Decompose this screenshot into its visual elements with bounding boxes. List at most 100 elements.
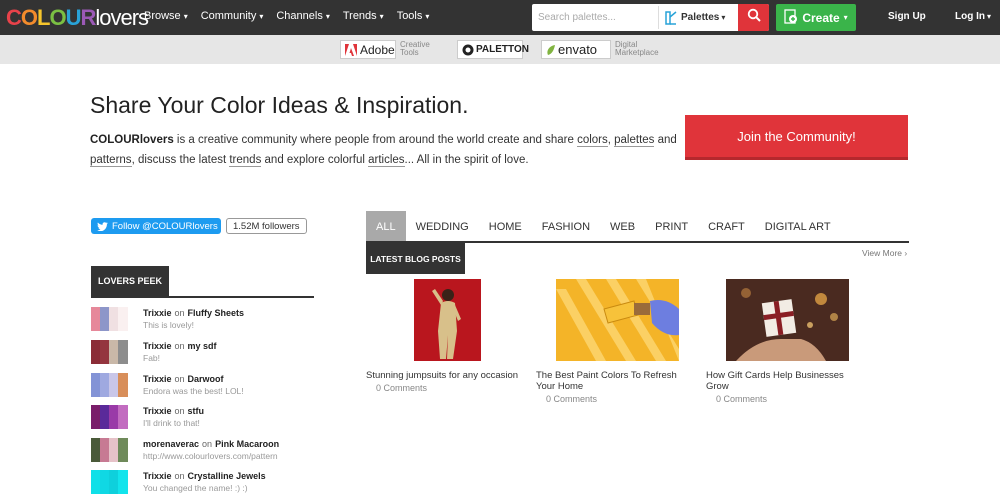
peek-title-link[interactable]: stfu [188,406,205,416]
palette-swatch[interactable] [91,340,128,364]
swatch-color [91,470,100,494]
tab-craft[interactable]: CRAFT [698,211,755,242]
paletton-logo-icon [462,44,474,56]
blog-post-title[interactable]: Stunning jumpsuits for any occasion [366,370,536,381]
peek-title-link[interactable]: my sdf [188,341,217,351]
swatch-color [100,373,109,397]
peek-activity: Trixxie on Fluffy Sheets [143,308,244,318]
link-patterns[interactable]: patterns [90,154,132,167]
link-colors[interactable]: colors [577,134,608,147]
search-icon [747,8,761,27]
search-scope-select[interactable]: Palettes ▾ [658,6,736,29]
blog-post-image-paint[interactable] [556,279,679,361]
list-item[interactable]: Trixxie on my sdf Fab! [91,340,321,368]
nav-channels[interactable]: Channels ▾ [276,10,330,22]
peek-title-link[interactable]: Crystalline Jewels [188,471,266,481]
peek-title-link[interactable]: Fluffy Sheets [188,308,245,318]
blog-post-title[interactable]: The Best Paint Colors To Refresh Your Ho… [536,370,686,392]
nav-trends[interactable]: Trends ▾ [343,10,384,22]
peek-user-link[interactable]: Trixxie [143,308,172,318]
palette-swatch[interactable] [91,438,128,462]
colourlovers-logo[interactable]: COLOURlovers [6,5,149,31]
swatch-color [100,340,109,364]
link-articles[interactable]: articles [368,154,405,167]
login-link[interactable]: Log In ▾ [955,11,991,22]
view-more-link[interactable]: View More › [862,248,907,258]
peek-comment: http://www.colourlovers.com/pattern [143,451,278,461]
peek-on-label: on [202,439,213,449]
blog-post-comments[interactable]: 0 Comments [716,394,767,404]
nav-tools[interactable]: Tools ▾ [397,10,430,22]
tab-print[interactable]: PRINT [645,211,698,242]
peek-activity: morenaverac on Pink Macaroon [143,439,279,449]
search-input[interactable] [532,4,656,31]
palette-swatch[interactable] [91,470,128,494]
swatch-color [100,307,109,331]
tab-web[interactable]: WEB [600,211,645,242]
link-palettes[interactable]: palettes [614,134,655,147]
peek-on-label: on [174,406,185,416]
list-item[interactable]: Trixxie on Darwoof Endora was the best! LOL… [91,373,321,401]
hero-description: COLOURlovers is a creative community whe… [90,134,677,167]
palette-swatch[interactable] [91,405,128,429]
lovers-peek-heading: LOVERS PEEK [91,266,169,296]
list-item[interactable]: Trixxie on Crystalline Jewels You changed t… [91,470,321,498]
sponsor-envato[interactable]: envato [541,40,611,59]
chevron-down-icon: ▾ [183,12,188,21]
swatch-color [109,373,118,397]
tab-digital-art[interactable]: DIGITAL ART [755,211,841,242]
swatch-color [109,438,118,462]
peek-user-link[interactable]: Trixxie [143,374,172,384]
top-navbar: COLOURlovers Browse ▾ Community ▾ Channels… [0,0,1000,35]
peek-user-link[interactable]: Trixxie [143,341,172,351]
sponsor-bar: Adobe Creative Tools PALETTON envato Dig… [0,35,1000,64]
twitter-bird-icon [97,221,108,231]
palette-icon [665,10,677,25]
twitter-follow-button[interactable]: Follow @COLOURlovers [91,218,221,234]
blog-post-comments[interactable]: 0 Comments [546,394,597,404]
link-trends[interactable]: trends [229,154,262,167]
palette-swatch[interactable] [91,307,128,331]
peek-user-link[interactable]: Trixxie [143,406,172,416]
nav-browse[interactable]: Browse ▾ [144,10,188,22]
envato-leaf-icon [546,44,556,56]
tab-all[interactable]: ALL [366,211,406,242]
peek-title-link[interactable]: Darwoof [188,374,224,384]
sponsor-adobe[interactable]: Adobe [340,40,396,59]
create-button[interactable]: Create ▾ [776,4,856,31]
main-nav: Browse ▾ Community ▾ Channels ▾ Trends ▾ Too… [144,10,442,22]
peek-user-link[interactable]: morenaverac [143,439,199,449]
search-button[interactable] [738,4,769,31]
brand-name: COLOURlovers [90,134,174,146]
peek-user-link[interactable]: Trixxie [143,471,172,481]
chevron-down-icon: ▾ [425,12,430,21]
nav-community[interactable]: Community ▾ [201,10,264,22]
tab-wedding[interactable]: WEDDING [406,211,479,242]
blog-post-image-gift-card[interactable] [726,279,849,361]
palette-swatch[interactable] [91,373,128,397]
swatch-color [109,340,118,364]
chevron-down-icon: ▾ [721,13,726,22]
blog-post-image-jumpsuit[interactable] [414,279,481,361]
blog-post-comments[interactable]: 0 Comments [376,383,427,393]
list-item[interactable]: morenaverac on Pink Macaroon http://www.col… [91,438,321,466]
peek-activity: Trixxie on Darwoof [143,374,224,384]
page-title: Share Your Color Ideas & Inspiration. [90,92,469,118]
peek-on-label: on [174,374,185,384]
swatch-color [109,307,118,331]
tab-fashion[interactable]: FASHION [532,211,600,242]
swatch-color [100,438,109,462]
tab-home[interactable]: HOME [479,211,532,242]
blog-post-title[interactable]: How Gift Cards Help Businesses Grow [706,370,856,392]
peek-comment: This is lovely! [143,320,195,330]
join-community-button[interactable]: Join the Community! [685,115,908,160]
chevron-down-icon: ▾ [379,12,384,21]
swatch-color [118,438,128,462]
signup-link[interactable]: Sign Up [888,11,926,22]
sponsor-paletton[interactable]: PALETTON [457,40,529,59]
blog-posts-heading: LATEST BLOG POSTS [366,243,465,274]
search-bar: Palettes▾ [532,4,769,31]
list-item[interactable]: Trixxie on Fluffy Sheets This is lovely! [91,307,321,335]
list-item[interactable]: Trixxie on stfu I'll drink to that! [91,405,321,433]
peek-title-link[interactable]: Pink Macaroon [215,439,279,449]
